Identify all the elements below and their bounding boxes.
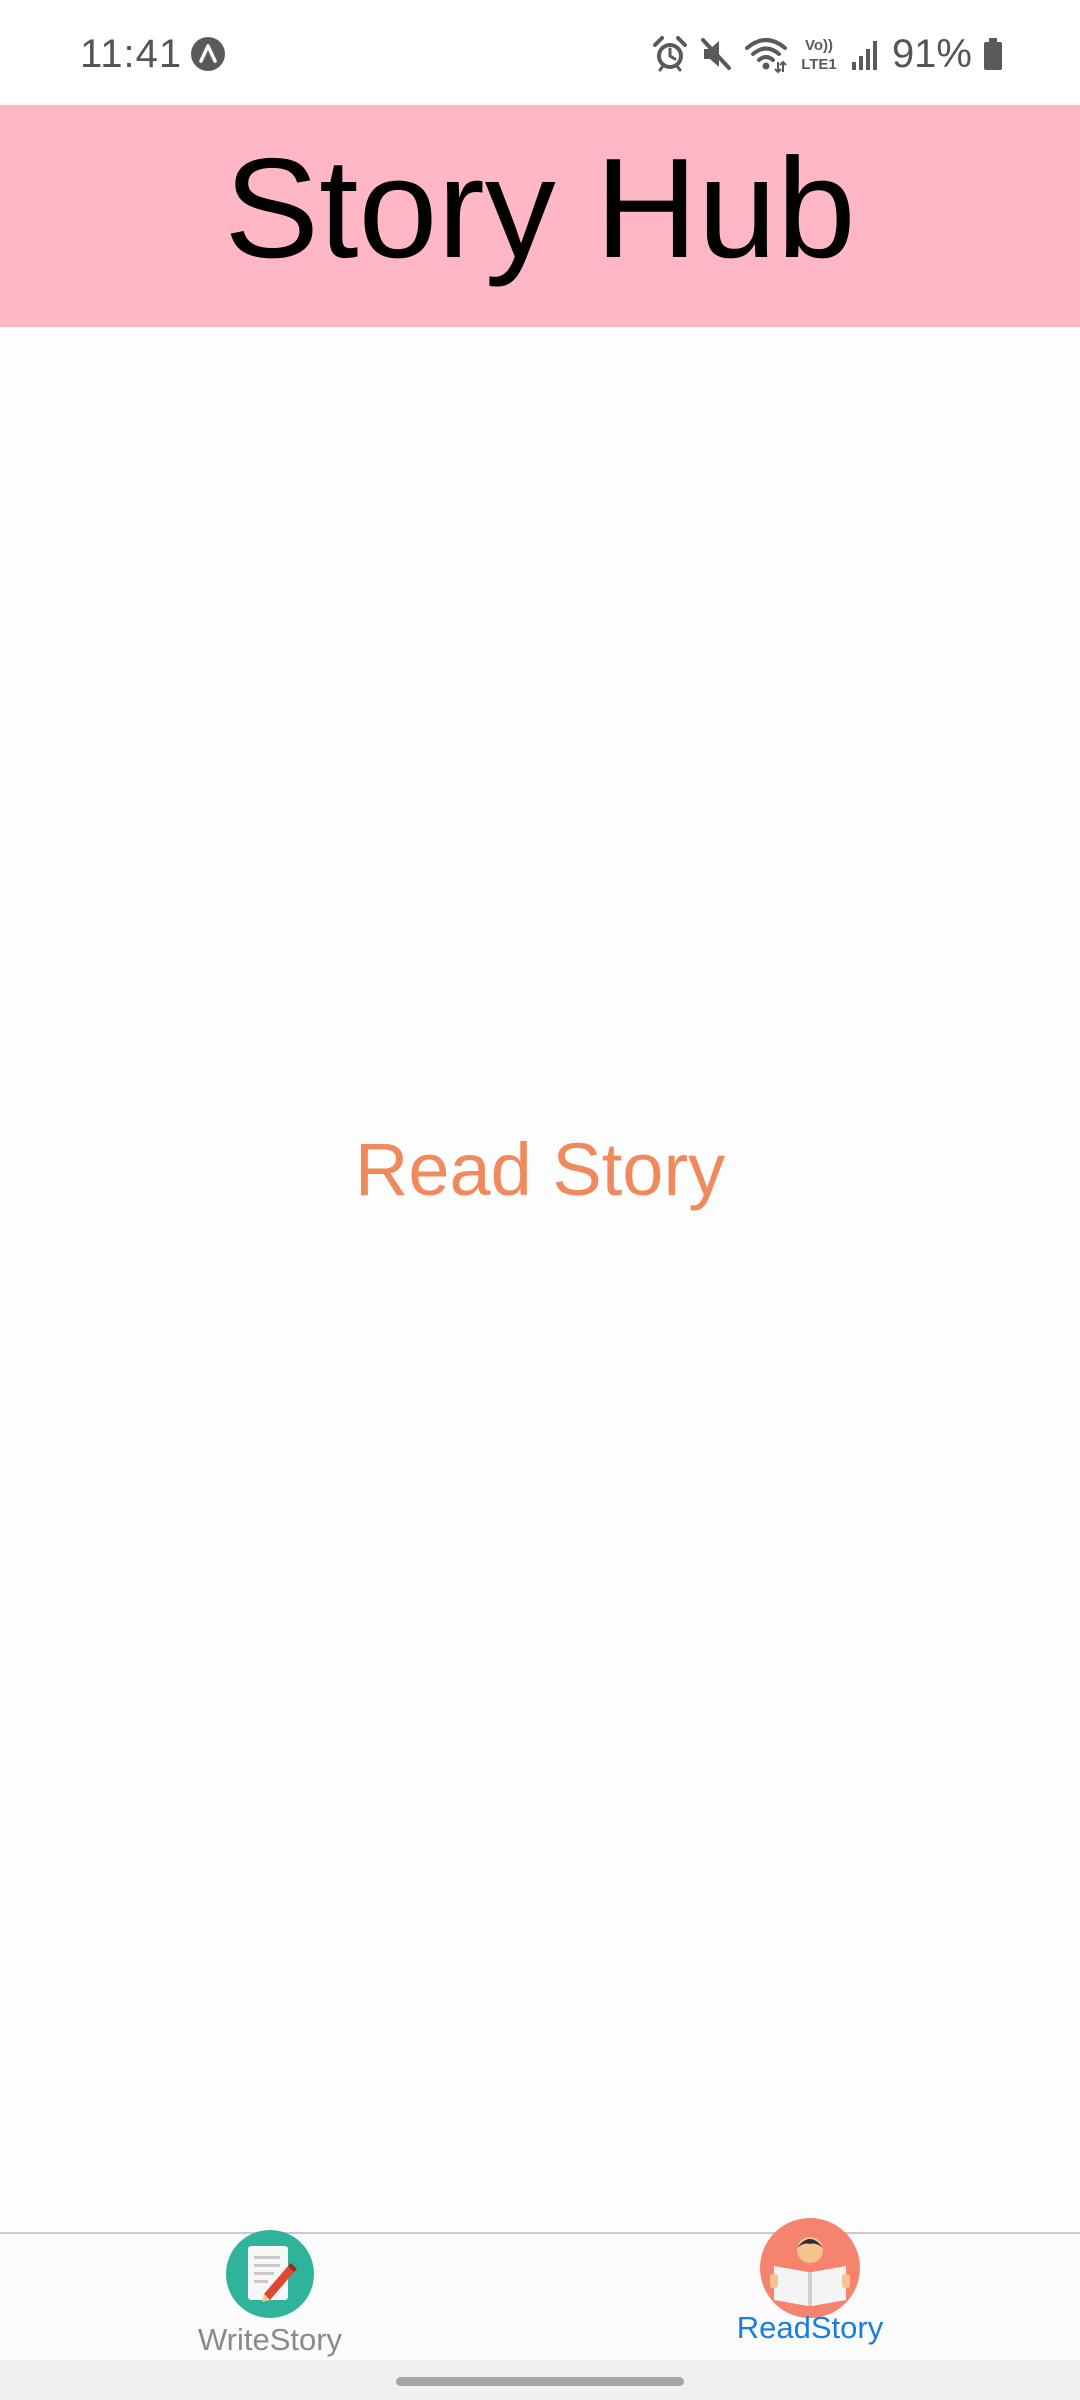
- wifi-icon: [744, 38, 787, 74]
- alarm-icon: [652, 36, 687, 72]
- battery-percent: 91%: [891, 32, 972, 76]
- bottom-tab-bar: WriteStory ReadStory: [0, 2218, 1080, 2362]
- status-bar: 11:41 Vo)) LTE1 91%: [0, 0, 1080, 105]
- svg-text:Vo)): Vo)): [805, 37, 833, 54]
- read-story-icon: [760, 2218, 860, 2318]
- write-story-icon: [226, 2230, 314, 2318]
- screen-text: Read Story: [354, 1128, 726, 1211]
- signal-icon: [851, 41, 877, 70]
- home-indicator[interactable]: [396, 2377, 684, 2386]
- tab-read-story[interactable]: ReadStory: [660, 2218, 960, 2362]
- tab-write-story-label: WriteStory: [197, 2322, 343, 2357]
- status-icons: Vo)) LTE1 91%: [642, 30, 1004, 78]
- status-time: 11:41: [80, 32, 183, 76]
- app-header: Story Hub: [0, 105, 1080, 327]
- svg-text:LTE1: LTE1: [801, 56, 837, 73]
- tab-read-story-label: ReadStory: [736, 2310, 884, 2345]
- tab-write-story[interactable]: WriteStory: [120, 2228, 420, 2362]
- mute-icon: [700, 38, 731, 70]
- app-notification-icon: [191, 37, 225, 71]
- system-nav-bar: [0, 2360, 1080, 2400]
- main-content: Read Story: [0, 327, 1080, 2232]
- battery-icon: [984, 38, 1002, 70]
- app-title: Story Hub: [224, 129, 856, 288]
- network-type-icon: Vo)) LTE1: [801, 37, 837, 73]
